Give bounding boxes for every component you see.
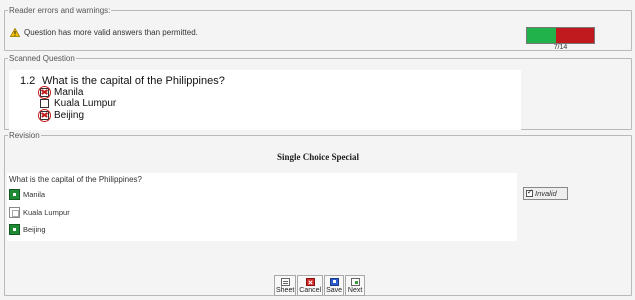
cancel-button-label: Cancel: [299, 287, 322, 294]
revision-legend: Revision: [9, 131, 40, 140]
save-disk-icon: [329, 278, 339, 286]
answer-checkbox[interactable]: [9, 224, 20, 235]
scanned-option: Kuala Lumpur: [40, 98, 116, 109]
revision-question-text: What is the capital of the Philippines?: [9, 175, 142, 184]
revision-panel: Revision Single Choice Special What is t…: [4, 131, 632, 296]
invalid-label: Invalid: [535, 189, 557, 198]
sheet-icon: [280, 278, 290, 286]
scanned-question-text: 1.2 What is the capital of the Philippine…: [20, 75, 225, 87]
scanned-question-label: What is the capital of the Philippines?: [42, 75, 225, 87]
revision-option-label: Kuala Lumpur: [23, 208, 70, 217]
scanned-option: Beijing: [38, 109, 85, 122]
next-icon: [350, 278, 360, 286]
progress-bar: [526, 27, 595, 44]
revision-option-manila[interactable]: Manila: [9, 189, 45, 200]
cancel-icon: [305, 278, 315, 286]
progress-fill: [527, 28, 557, 43]
revision-option-kuala-lumpur[interactable]: Kuala Lumpur: [9, 207, 70, 218]
scanned-checkbox: [40, 99, 49, 108]
scanned-question-panel: Scanned Question 1.2 What is the capital …: [4, 54, 632, 130]
question-type-title: Single Choice Special: [276, 152, 359, 162]
sheet-button[interactable]: Sheet: [274, 275, 297, 296]
revision-option-label: Beijing: [23, 225, 46, 234]
scan-mark-icon: [38, 109, 51, 122]
answer-checkbox[interactable]: [9, 207, 20, 218]
reader-errors-panel: Reader errors and warnings: Question has…: [4, 6, 632, 51]
action-toolbar: Sheet Cancel Save Next: [274, 275, 366, 296]
progress-remaining: [556, 28, 594, 43]
invalid-toggle[interactable]: Invalid: [523, 187, 568, 200]
warning-row: Question has more valid answers than per…: [10, 28, 198, 37]
scanned-question-legend: Scanned Question: [9, 54, 75, 63]
answer-checkbox[interactable]: [9, 189, 20, 200]
save-button-label: Save: [326, 287, 343, 294]
save-button[interactable]: Save: [324, 275, 345, 296]
next-button-label: Next: [347, 287, 363, 294]
next-button[interactable]: Next: [345, 275, 366, 296]
scanned-image: 1.2 What is the capital of the Philippine…: [9, 70, 521, 130]
revision-option-beijing[interactable]: Beijing: [9, 224, 46, 235]
warning-triangle-icon: [10, 28, 20, 37]
scanned-checkbox: [38, 86, 51, 99]
scanned-checkbox: [38, 109, 51, 122]
cancel-button[interactable]: Cancel: [297, 275, 324, 296]
revision-question-box: What is the capital of the Philippines? …: [7, 173, 517, 241]
scanned-option: Manila: [38, 86, 84, 99]
progress-label: 7/14: [553, 44, 568, 51]
scanned-option-label: Beijing: [54, 110, 85, 121]
sheet-button-label: Sheet: [276, 287, 295, 294]
scanned-option-label: Manila: [54, 87, 84, 98]
invalid-checkbox[interactable]: [526, 188, 533, 197]
scanned-option-label: Kuala Lumpur: [54, 98, 117, 109]
revision-option-label: Manila: [23, 190, 46, 199]
scanned-question-number: 1.2: [20, 75, 36, 87]
warning-text: Question has more valid answers than per…: [24, 28, 198, 37]
reader-errors-legend: Reader errors and warnings:: [9, 6, 111, 15]
